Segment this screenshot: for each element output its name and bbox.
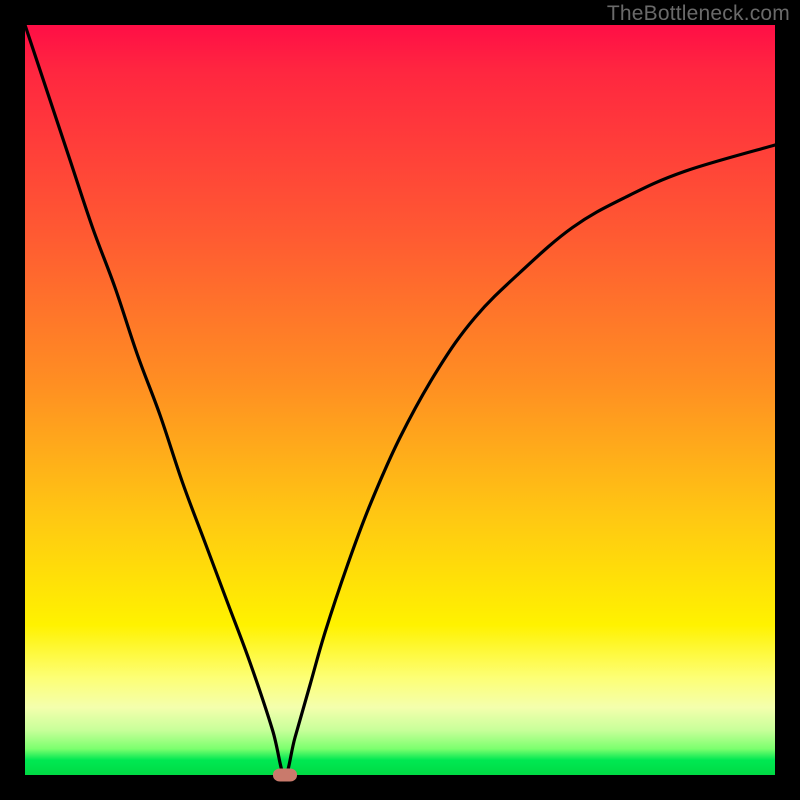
watermark-text: TheBottleneck.com xyxy=(607,2,790,26)
plot-area xyxy=(25,25,775,775)
optimum-marker xyxy=(273,769,297,782)
chart-frame: TheBottleneck.com xyxy=(0,0,800,800)
bottleneck-curve xyxy=(25,25,775,775)
curve-svg xyxy=(25,25,775,775)
